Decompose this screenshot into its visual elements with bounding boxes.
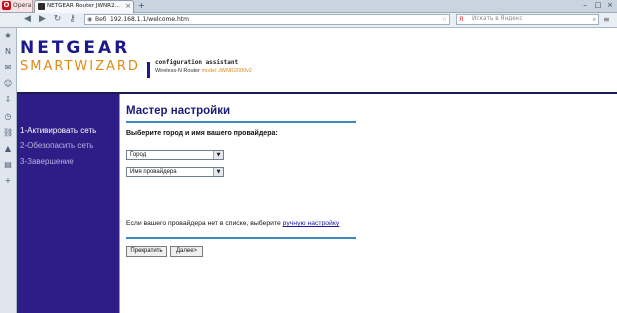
bookmark-star-icon[interactable]: ☆ — [442, 15, 447, 24]
wizard-content: Мастер настройки Выберите город и имя ва… — [120, 94, 617, 313]
mail-icon[interactable]: ✉ — [3, 63, 13, 73]
tab-title: NETGEAR Router JWNR2... — [47, 3, 120, 9]
chevron-down-icon[interactable]: ▼ — [213, 151, 223, 159]
provider-select[interactable]: Имя провайдера ▼ — [126, 167, 224, 177]
minimize-icon[interactable]: – — [579, 0, 591, 10]
netgear-logo: NETGEAR — [20, 38, 131, 58]
step-secure-network[interactable]: 2-Обезопасить сеть — [20, 140, 93, 151]
browser-tab-active[interactable]: NETGEAR Router JWNR2... × — [34, 0, 134, 13]
window-close-icon[interactable]: × — [604, 0, 616, 10]
hint-text: Если вашего провайдера нет в списке, выб… — [126, 220, 281, 227]
opera-menu-button[interactable]: O Opera — [0, 0, 33, 12]
bookmarks-star-icon[interactable]: ★ — [3, 31, 13, 41]
page-title: Мастер настройки — [126, 105, 231, 117]
links-icon[interactable]: ⛓ — [3, 128, 13, 138]
tab-close-icon[interactable]: × — [125, 1, 131, 11]
city-select[interactable]: Город ▼ — [126, 150, 224, 160]
wizard-steps-nav: 1-Активировать сеть 2-Обезопасить сеть 3… — [17, 94, 119, 313]
manual-setup-link[interactable]: ручную настройку — [283, 220, 340, 227]
netgear-favicon-icon — [38, 3, 45, 10]
search-placeholder: Искать в Яндекс — [472, 16, 523, 22]
search-icon[interactable]: ⌕ — [593, 15, 596, 24]
widgets-icon[interactable]: ▲ — [3, 144, 13, 154]
history-icon[interactable]: ◷ — [3, 112, 13, 122]
browser-menu-icon[interactable]: ≡ — [603, 15, 610, 25]
router-description: Wireless-N Router model JWNR2000v2 — [155, 68, 252, 74]
next-button[interactable]: Далее> — [170, 246, 203, 257]
step-activate-network[interactable]: 1-Активировать сеть — [20, 125, 96, 136]
url-text[interactable]: 192.168.1.1/welcome.htm — [110, 15, 189, 24]
logo-divider — [147, 62, 150, 78]
contacts-icon[interactable]: ☺ — [3, 79, 13, 89]
page-header: NETGEAR SMARTWIZARD configuration assist… — [17, 28, 617, 94]
maximize-icon[interactable]: □ — [592, 0, 604, 10]
downloads-icon[interactable]: ⇩ — [3, 95, 13, 105]
cancel-button[interactable]: Прекратить — [126, 246, 167, 257]
search-input[interactable]: Я Искать в Яндекс ⌕ — [456, 14, 599, 25]
manual-setup-hint: Если вашего провайдера нет в списке, выб… — [126, 220, 339, 227]
smartwizard-logo: SMARTWIZARD — [20, 59, 140, 74]
city-select-value: Город — [130, 152, 147, 158]
step-finish[interactable]: 3-Завершение — [20, 156, 74, 167]
key-icon[interactable]: ⚷ — [67, 14, 78, 25]
title-rule — [126, 121, 356, 123]
notes-icon[interactable]: N — [3, 47, 13, 57]
add-panel-icon[interactable]: + — [3, 176, 13, 186]
forward-icon[interactable]: ▶ — [37, 14, 48, 25]
router-model: model JWNR2000v2 — [201, 68, 252, 74]
router-type: Wireless-N Router — [155, 68, 200, 74]
panels-icon[interactable]: ▤ — [3, 160, 13, 170]
wizard-subtitle: Выберите город и имя вашего провайдера: — [126, 130, 278, 137]
browser-toolbar: ◀ ▶ ↻ ⚷ ◉ Веб 192.168.1.1/welcome.htm ☆ … — [0, 13, 617, 28]
form-rule — [126, 237, 356, 239]
site-info-label: Веб — [95, 16, 107, 23]
web-page: NETGEAR SMARTWIZARD configuration assist… — [17, 28, 617, 313]
address-field[interactable]: ◉ Веб 192.168.1.1/welcome.htm ☆ — [84, 14, 450, 25]
chevron-down-icon[interactable]: ▼ — [213, 168, 223, 176]
site-info-icon[interactable]: ◉ — [87, 15, 92, 24]
new-tab-icon[interactable]: + — [138, 1, 145, 11]
configuration-assistant-title: configuration assistant — [155, 59, 239, 66]
browser-side-panel: ★ N ✉ ☺ ⇩ ◷ ⛓ ▲ ▤ + — [0, 28, 17, 313]
opera-logo-icon: O — [2, 1, 11, 10]
yandex-icon[interactable]: Я — [459, 15, 463, 24]
browser-tab-bar: O Opera NETGEAR Router JWNR2... × + – □ … — [0, 0, 617, 13]
reload-icon[interactable]: ↻ — [52, 14, 63, 25]
opera-menu-label: Opera — [13, 2, 32, 9]
provider-select-value: Имя провайдера — [130, 169, 177, 175]
back-icon[interactable]: ◀ — [22, 14, 33, 25]
